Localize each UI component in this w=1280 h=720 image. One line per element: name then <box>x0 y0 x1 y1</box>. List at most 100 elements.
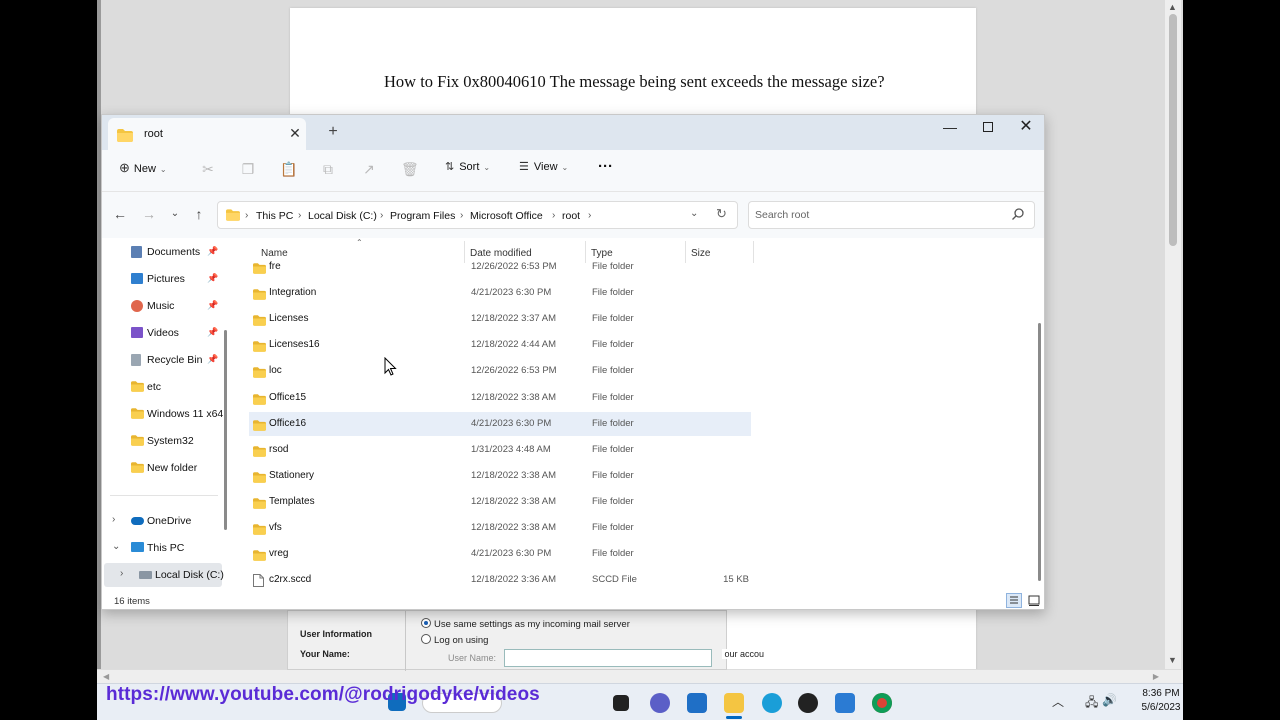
file-row[interactable]: vfs 12/18/2022 3:38 AM File folder <box>249 516 751 540</box>
file-row[interactable]: Licenses 12/18/2022 3:37 AM File folder <box>249 307 751 331</box>
paste-icon[interactable]: 📋 <box>280 161 297 177</box>
tree-item-this-pc[interactable]: ⌄ This PC <box>102 536 222 560</box>
sidebar-item-new-folder[interactable]: New folder <box>102 456 222 480</box>
expand-chevron-icon[interactable]: › <box>120 568 123 579</box>
expand-chevron-icon[interactable]: ⌄ <box>112 541 120 552</box>
account-settings-dialog: User Information Your Name: Use same set… <box>287 610 766 671</box>
tree-item-local-disk-c[interactable]: › Local Disk (C:) <box>102 563 224 587</box>
stocks-icon[interactable] <box>835 693 855 713</box>
minimize-button[interactable]: — <box>931 117 969 141</box>
refresh-icon[interactable]: ↻ <box>716 206 727 222</box>
media-player-icon[interactable] <box>798 693 818 713</box>
rename-icon[interactable]: ⧉ <box>320 161 336 177</box>
breadcrumb-separator-icon: › <box>552 210 556 221</box>
close-button[interactable]: ✕ <box>1007 117 1044 141</box>
search-icon[interactable] <box>1011 207 1025 221</box>
back-arrow-icon[interactable]: ← <box>111 206 129 222</box>
radio-same-settings[interactable]: Use same settings as my incoming mail se… <box>421 618 630 630</box>
scroll-right-icon[interactable]: ▶ <box>1153 672 1159 681</box>
file-row[interactable]: Templates 12/18/2022 3:38 AM File folder <box>249 490 751 514</box>
sidebar-item-videos[interactable]: Videos 📌 <box>102 321 222 345</box>
breadcrumb-separator-icon: › <box>380 210 384 221</box>
user-name-label: User Name: <box>448 653 497 663</box>
share-icon[interactable]: ↗ <box>361 161 377 177</box>
chat-icon[interactable] <box>650 693 670 713</box>
sort-button[interactable]: ⇅ Sort ⌄ <box>445 160 490 173</box>
file-row[interactable]: Licenses16 12/18/2022 4:44 AM File folder <box>249 333 751 357</box>
your-name-label: Your Name: <box>300 649 350 659</box>
sidebar-item-documents[interactable]: Documents 📌 <box>102 240 222 264</box>
videos-icon <box>131 327 144 339</box>
horizontal-scrollbar[interactable]: ◀ ▶ <box>97 669 1183 683</box>
new-button[interactable]: ⊕ New ⌄ <box>119 160 167 176</box>
vertical-scrollbar[interactable]: ▲ ▼ <box>1165 0 1181 683</box>
recent-locations-icon[interactable]: ⌄ <box>166 208 184 219</box>
scroll-up-icon[interactable]: ▲ <box>1168 2 1177 12</box>
maximize-button[interactable] <box>969 117 1007 141</box>
up-arrow-icon[interactable]: ↑ <box>190 206 208 222</box>
scroll-down-icon[interactable]: ▼ <box>1168 655 1177 665</box>
clock-date[interactable]: 5/6/2023 <box>1131 702 1191 713</box>
nav-scrollbar[interactable] <box>224 330 227 530</box>
forward-arrow-icon[interactable]: → <box>140 206 158 222</box>
file-name: c2rx.sccd <box>269 574 312 586</box>
store-icon[interactable] <box>687 693 707 713</box>
file-date: 12/26/2022 6:53 PM <box>471 261 557 272</box>
breadcrumb-microsoft-office[interactable]: Microsoft Office <box>470 210 543 222</box>
sidebar-item-pictures[interactable]: Pictures 📌 <box>102 267 222 291</box>
file-row[interactable]: Office15 12/18/2022 3:38 AM File folder <box>249 386 751 410</box>
delete-icon[interactable]: 🗑 <box>401 161 419 177</box>
new-tab-icon[interactable]: + <box>323 123 343 141</box>
edge-icon[interactable] <box>762 693 782 713</box>
copy-icon[interactable]: ❐ <box>240 161 256 177</box>
pin-icon: 📌 <box>207 327 219 337</box>
expand-chevron-icon[interactable]: › <box>112 514 115 525</box>
breadcrumb-root[interactable]: root <box>562 210 580 222</box>
tab-root[interactable]: root ✕ <box>108 118 306 150</box>
sidebar-item-etc[interactable]: etc <box>102 375 222 399</box>
address-bar[interactable]: › This PC › Local Disk (C:) › Program Fi… <box>217 201 738 229</box>
network-icon[interactable]: 🖧 <box>1085 693 1098 714</box>
sidebar-item-recycle-bin[interactable]: Recycle Bin 📌 <box>102 348 222 372</box>
tab-title: root <box>144 128 163 140</box>
sidebar-item-label: Videos <box>147 327 179 339</box>
clock-time[interactable]: 8:36 PM <box>1131 688 1191 699</box>
close-tab-icon[interactable]: ✕ <box>286 125 304 142</box>
radio-log-on[interactable]: Log on using <box>421 634 488 646</box>
file-list-scrollbar[interactable] <box>1038 323 1041 581</box>
file-row[interactable]: Office16 4/21/2023 6:30 PM File folder <box>249 411 751 436</box>
details-view-icon[interactable] <box>1006 593 1022 608</box>
user-name-field[interactable] <box>504 649 712 667</box>
sidebar-item-system32[interactable]: System32 <box>102 429 222 453</box>
sidebar-item-music[interactable]: Music 📌 <box>102 294 222 318</box>
file-row[interactable]: Stationery 12/18/2022 3:38 AM File folder <box>249 464 751 488</box>
title-bar: root ✕ + — ✕ <box>102 115 1044 150</box>
radio-selected-icon <box>421 618 431 628</box>
scrollbar-thumb[interactable] <box>1169 14 1177 246</box>
column-separator[interactable] <box>753 241 754 263</box>
address-dropdown-icon[interactable]: ⌄ <box>690 208 698 219</box>
task-view-icon[interactable] <box>613 695 629 711</box>
file-explorer-taskbar-icon[interactable] <box>724 693 744 713</box>
chrome-icon[interactable] <box>872 693 892 713</box>
sidebar-item-windows-11-x64[interactable]: Windows 11 x64 <box>102 402 223 426</box>
search-box[interactable] <box>748 201 1035 229</box>
file-row[interactable]: fre 12/26/2022 6:53 PM File folder <box>249 255 751 279</box>
file-row[interactable]: loc 12/26/2022 6:53 PM File folder <box>249 359 751 383</box>
show-hidden-icons-icon[interactable]: ︿ <box>1052 693 1064 710</box>
search-input[interactable] <box>755 206 1005 224</box>
volume-icon[interactable]: 🔊 <box>1102 693 1117 707</box>
view-button[interactable]: ☰ View ⌄ <box>519 160 568 173</box>
cut-icon[interactable]: ✂ <box>200 161 216 177</box>
tree-item-onedrive[interactable]: › OneDrive <box>102 509 222 533</box>
file-row[interactable]: rsod 1/31/2023 4:48 AM File folder <box>249 438 751 462</box>
breadcrumb-this-pc[interactable]: This PC <box>256 210 293 222</box>
file-row[interactable]: vreg 4/21/2023 6:30 PM File folder <box>249 542 751 566</box>
folder-icon <box>131 435 144 447</box>
breadcrumb-local-disk[interactable]: Local Disk (C:) <box>308 210 377 222</box>
more-options-button[interactable]: ··· <box>598 158 613 175</box>
large-icons-view-icon[interactable] <box>1027 593 1041 608</box>
file-row[interactable]: Integration 4/21/2023 6:30 PM File folder <box>249 281 751 305</box>
scroll-left-icon[interactable]: ◀ <box>103 672 109 681</box>
breadcrumb-program-files[interactable]: Program Files <box>390 210 455 222</box>
